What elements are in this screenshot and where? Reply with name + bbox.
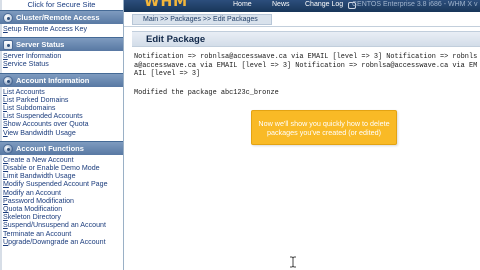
callout-text: Now we'll show you quickly how to delete… <box>258 119 390 137</box>
sidebar-section-title: Cluster/Remote Access <box>16 13 100 22</box>
sidebar-section-header[interactable]: Account Functions <box>0 140 123 155</box>
sidebar-item[interactable]: Quota Modification <box>3 205 123 213</box>
sidebar-item[interactable]: List Subdomains <box>3 104 123 112</box>
sidebar-item-label: ist Parked Domains <box>6 95 69 104</box>
sidebar-item[interactable]: Password Modification <box>3 197 123 205</box>
sidebar-item-label: odify an Account <box>8 188 61 197</box>
sidebar-section-items: List Accounts List Parked Domains List Sub… <box>0 87 123 139</box>
sidebar-item[interactable]: Disable or Enable Demo Mode <box>3 164 123 172</box>
sidebar-section-items: Server Information Service Status <box>0 51 123 70</box>
sidebar-item-label: assword Modification <box>7 196 74 205</box>
sidebar-section-header[interactable]: Server Status <box>0 37 123 52</box>
section-icon <box>3 13 13 23</box>
sidebar-item[interactable]: List Parked Domains <box>3 96 123 104</box>
sidebar-section-title: Account Functions <box>16 143 84 153</box>
text-cursor-icon <box>290 256 296 268</box>
sidebar-item[interactable]: Upgrade/Downgrade an Account <box>3 238 123 246</box>
nav-home-link[interactable]: Home <box>233 1 252 8</box>
sidebar-item-label: keleton Directory <box>7 213 61 222</box>
sidebar-item[interactable]: Suspend/Unsuspend an Account <box>3 221 123 229</box>
sidebar-item-label: ist Suspended Accounts <box>6 112 83 121</box>
whm-logo: WHM <box>144 0 189 10</box>
main-content: Notification => robnlsa@accesswave.ca vi… <box>134 53 480 97</box>
sidebar-item[interactable]: Setup Remote Access Key <box>3 25 123 33</box>
section-icon <box>3 40 13 51</box>
sidebar-item[interactable]: Limit Bandwidth Usage <box>3 172 123 180</box>
notification-output: Notification => robnlsa@accesswave.ca vi… <box>134 53 478 79</box>
sidebar-sections: Cluster/Remote Access Setup Remote Access… <box>0 10 123 250</box>
sidebar-item-label: odify Suspended Account Page <box>8 180 108 189</box>
page-title: Edit Package <box>146 34 206 45</box>
sidebar-item[interactable]: Skeleton Directory <box>3 213 123 221</box>
nav-change-log-link[interactable]: Change Log <box>305 1 343 8</box>
breadcrumb-bar: Main >> Packages >> Edit Packages <box>124 12 480 27</box>
sidebar-item[interactable]: List Accounts <box>3 88 123 96</box>
sidebar-item-label: iew Bandwidth Usage <box>7 128 76 137</box>
page-title-bar: Edit Package <box>132 31 480 47</box>
sidebar-item-label: uota Modification <box>8 205 63 214</box>
top-navigation-bar: WHM Home News Change Log CENTOS Enterpri… <box>124 0 480 12</box>
sidebar-item-label: erminate an Account <box>6 229 72 238</box>
section-icon <box>3 143 13 154</box>
secure-site-link[interactable]: Click for Secure Site <box>0 0 123 10</box>
sidebar-item[interactable]: List Suspended Accounts <box>3 112 123 120</box>
sidebar-item-label: pgrade/Downgrade an Account <box>8 237 106 246</box>
sidebar-item[interactable]: Create a New Account <box>3 156 123 164</box>
section-icon <box>3 75 13 86</box>
sidebar-section-header[interactable]: Cluster/Remote Access <box>0 10 123 24</box>
nav-news-link[interactable]: News <box>272 1 290 8</box>
sidebar-item[interactable]: Service Status <box>3 60 123 68</box>
sidebar-item-label: how Accounts over Quota <box>7 120 89 129</box>
sidebar-item-label: ervice Status <box>7 60 49 69</box>
sidebar-section-items: Create a New Account Disable or Enable De… <box>0 155 123 248</box>
sidebar-item[interactable]: Server Information <box>3 52 123 60</box>
sidebar-item-label: imit Bandwidth Usage <box>6 172 76 181</box>
tutorial-callout: Now we'll show you quickly how to delete… <box>251 110 397 145</box>
sidebar-item-label: ist Accounts <box>6 87 45 96</box>
sidebar-item[interactable]: Modify an Account <box>3 189 123 197</box>
sidebar: Click for Secure Site Cluster/Remote Acc… <box>0 0 124 270</box>
sidebar-item-label: ist Subdomains <box>6 104 56 113</box>
sidebar-item-label: reate a New Account <box>8 155 74 164</box>
sidebar-item[interactable]: View Bandwidth Usage <box>3 129 123 137</box>
sidebar-section-title: Account Information <box>16 75 90 85</box>
sidebar-item-label: etup Remote Access Key <box>7 25 87 33</box>
modified-message: Modified the package abc123c_bronze <box>134 88 279 97</box>
sidebar-section-header[interactable]: Account Information <box>0 72 123 87</box>
sidebar-section-items: Setup Remote Access Key <box>0 24 123 35</box>
sidebar-item-label: uspend/Unsuspend an Account <box>7 221 106 230</box>
sidebar-item-label: erver Information <box>7 52 62 61</box>
sidebar-item[interactable]: Modify Suspended Account Page <box>3 180 123 188</box>
sidebar-item[interactable]: Terminate an Account <box>3 230 123 238</box>
sidebar-section-title: Server Status <box>16 40 65 50</box>
version-text: CENTOS Enterprise 3.8 i686 - WHM X v <box>352 1 478 8</box>
breadcrumb[interactable]: Main >> Packages >> Edit Packages <box>132 14 272 25</box>
sidebar-item[interactable]: Show Accounts over Quota <box>3 120 123 128</box>
sidebar-item-label: isable or Enable Demo Mode <box>8 164 100 173</box>
